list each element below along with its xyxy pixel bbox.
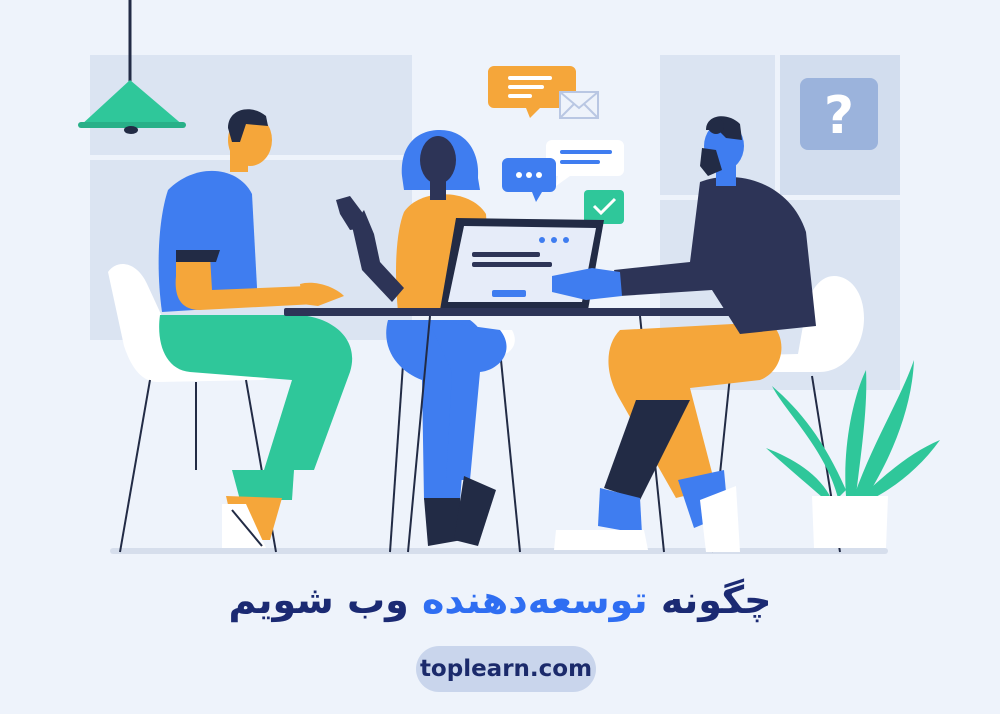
envelope-icon [559,91,599,119]
website-badge: toplearn.com [416,646,596,692]
chat-bubble-white [546,140,624,186]
title-suffix: وب شویم [228,578,409,622]
question-mark-icon: ? [800,78,878,150]
page-title: چگونه توسعه‌دهنده وب شویم [0,578,1000,622]
title-prefix: چگونه [660,578,772,622]
question-mark-glyph: ? [824,86,854,146]
illustration-canvas: ? [0,0,1000,714]
floor-line [110,548,888,554]
title-highlight: توسعه‌دهنده [421,578,648,622]
chat-bubble-typing [502,158,556,202]
check-icon [584,190,624,224]
